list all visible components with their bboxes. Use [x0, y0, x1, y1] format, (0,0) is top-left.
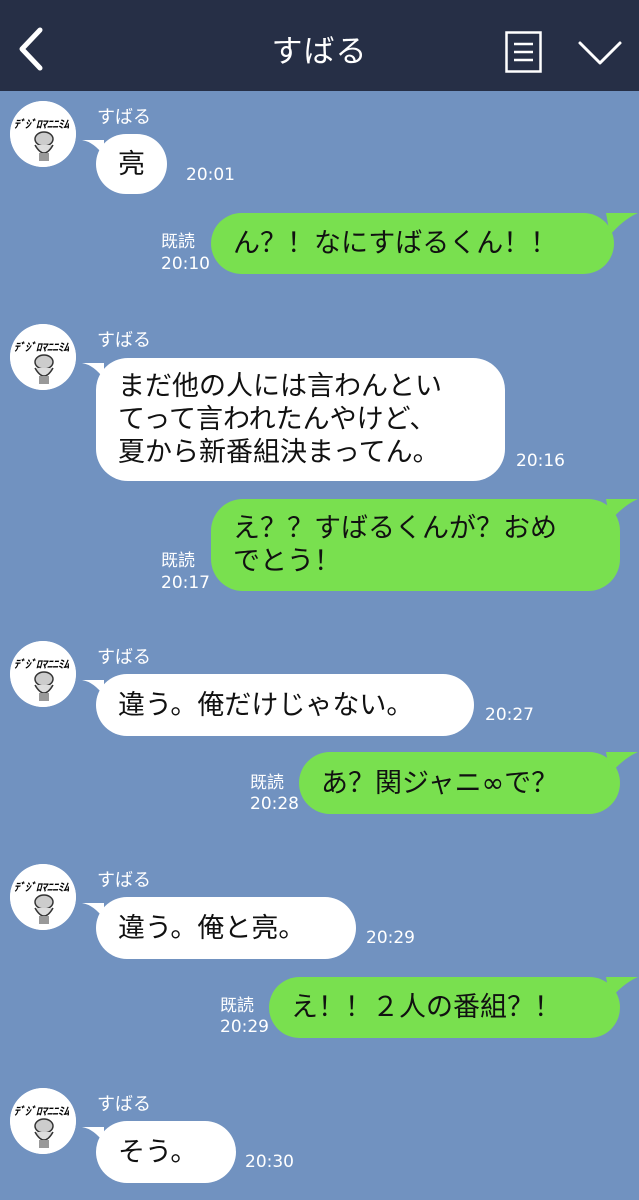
- read-receipt: 既読: [250, 773, 284, 793]
- avatar-illustration-icon: ﾃﾞｼﾞﾛﾏﾆﾆﾐﾑ: [10, 864, 76, 930]
- list-icon[interactable]: [505, 31, 542, 73]
- avatar[interactable]: ﾃﾞｼﾞﾛﾏﾆﾆﾐﾑ: [10, 864, 76, 930]
- read-receipt: 既読: [161, 551, 195, 571]
- message-bubble[interactable]: え？？すばるくんが？おめ でとう！: [211, 499, 620, 591]
- avatar-illustration-icon: ﾃﾞｼﾞﾛﾏﾆﾆﾐﾑ: [10, 101, 76, 167]
- avatar-illustration-icon: ﾃﾞｼﾞﾛﾏﾆﾆﾐﾑ: [10, 1088, 76, 1154]
- chevron-down-icon[interactable]: [577, 38, 623, 68]
- svg-text:ﾃﾞｼﾞﾛﾏﾆﾆﾐﾑ: ﾃﾞｼﾞﾛﾏﾆﾆﾐﾑ: [14, 118, 69, 131]
- bubble-tail: [82, 903, 104, 919]
- message-bubble[interactable]: 亮: [96, 134, 167, 194]
- sender-name: すばる: [97, 107, 151, 128]
- bubble-tail: [606, 499, 638, 521]
- bubble-tail: [82, 680, 104, 696]
- svg-text:ﾃﾞｼﾞﾛﾏﾆﾆﾐﾑ: ﾃﾞｼﾞﾛﾏﾆﾆﾐﾑ: [14, 341, 69, 354]
- message-bubble[interactable]: え！！２人の番組？！: [269, 977, 620, 1038]
- chat-title: すばる: [271, 34, 368, 70]
- timestamp: 20:17: [161, 573, 210, 593]
- bubble-tail: [606, 977, 638, 999]
- avatar[interactable]: ﾃﾞｼﾞﾛﾏﾆﾆﾐﾑ: [10, 641, 76, 707]
- sender-name: すばる: [97, 1094, 151, 1115]
- timestamp: 20:16: [516, 451, 565, 471]
- timestamp: 20:29: [220, 1017, 269, 1037]
- read-receipt: 既読: [161, 232, 195, 252]
- bubble-tail: [82, 1127, 104, 1143]
- message-bubble[interactable]: 違う。俺だけじゃない。: [96, 674, 474, 736]
- message-bubble[interactable]: あ？関ジャニ∞で？: [299, 752, 620, 814]
- timestamp: 20:29: [366, 928, 415, 948]
- sender-name: すばる: [97, 870, 151, 891]
- message-bubble[interactable]: 違う。俺と亮。: [96, 897, 356, 959]
- chat-header: すばる: [0, 0, 639, 91]
- avatar-illustration-icon: ﾃﾞｼﾞﾛﾏﾆﾆﾐﾑ: [10, 324, 76, 390]
- svg-text:ﾃﾞｼﾞﾛﾏﾆﾆﾐﾑ: ﾃﾞｼﾞﾛﾏﾆﾆﾐﾑ: [14, 1105, 69, 1118]
- sender-name: すばる: [97, 647, 151, 668]
- timestamp: 20:01: [186, 165, 235, 185]
- message-bubble[interactable]: まだ他の人には言わんとい てって言われたんやけど、 夏から新番組決まってん。: [96, 358, 505, 481]
- timestamp: 20:28: [250, 794, 299, 814]
- bubble-tail: [606, 213, 638, 235]
- timestamp: 20:27: [485, 705, 534, 725]
- read-receipt: 既読: [220, 996, 254, 1016]
- avatar[interactable]: ﾃﾞｼﾞﾛﾏﾆﾆﾐﾑ: [10, 101, 76, 167]
- avatar-illustration-icon: ﾃﾞｼﾞﾛﾏﾆﾆﾐﾑ: [10, 641, 76, 707]
- message-bubble[interactable]: そう。: [96, 1121, 236, 1183]
- message-bubble[interactable]: ん？！なにすばるくん！！: [211, 213, 614, 274]
- avatar[interactable]: ﾃﾞｼﾞﾛﾏﾆﾆﾐﾑ: [10, 1088, 76, 1154]
- svg-text:ﾃﾞｼﾞﾛﾏﾆﾆﾐﾑ: ﾃﾞｼﾞﾛﾏﾆﾆﾐﾑ: [14, 881, 69, 894]
- timestamp: 20:10: [161, 254, 210, 274]
- message-list[interactable]: ﾃﾞｼﾞﾛﾏﾆﾆﾐﾑ すばる 亮 20:01 既読 20:10 ん？！なにすばる…: [0, 91, 639, 1200]
- timestamp: 20:30: [245, 1152, 294, 1172]
- avatar[interactable]: ﾃﾞｼﾞﾛﾏﾆﾆﾐﾑ: [10, 324, 76, 390]
- bubble-tail: [606, 752, 638, 774]
- sender-name: すばる: [97, 330, 151, 351]
- svg-text:ﾃﾞｼﾞﾛﾏﾆﾆﾐﾑ: ﾃﾞｼﾞﾛﾏﾆﾆﾐﾑ: [14, 658, 69, 671]
- bubble-tail: [82, 363, 104, 379]
- bubble-tail: [82, 140, 104, 156]
